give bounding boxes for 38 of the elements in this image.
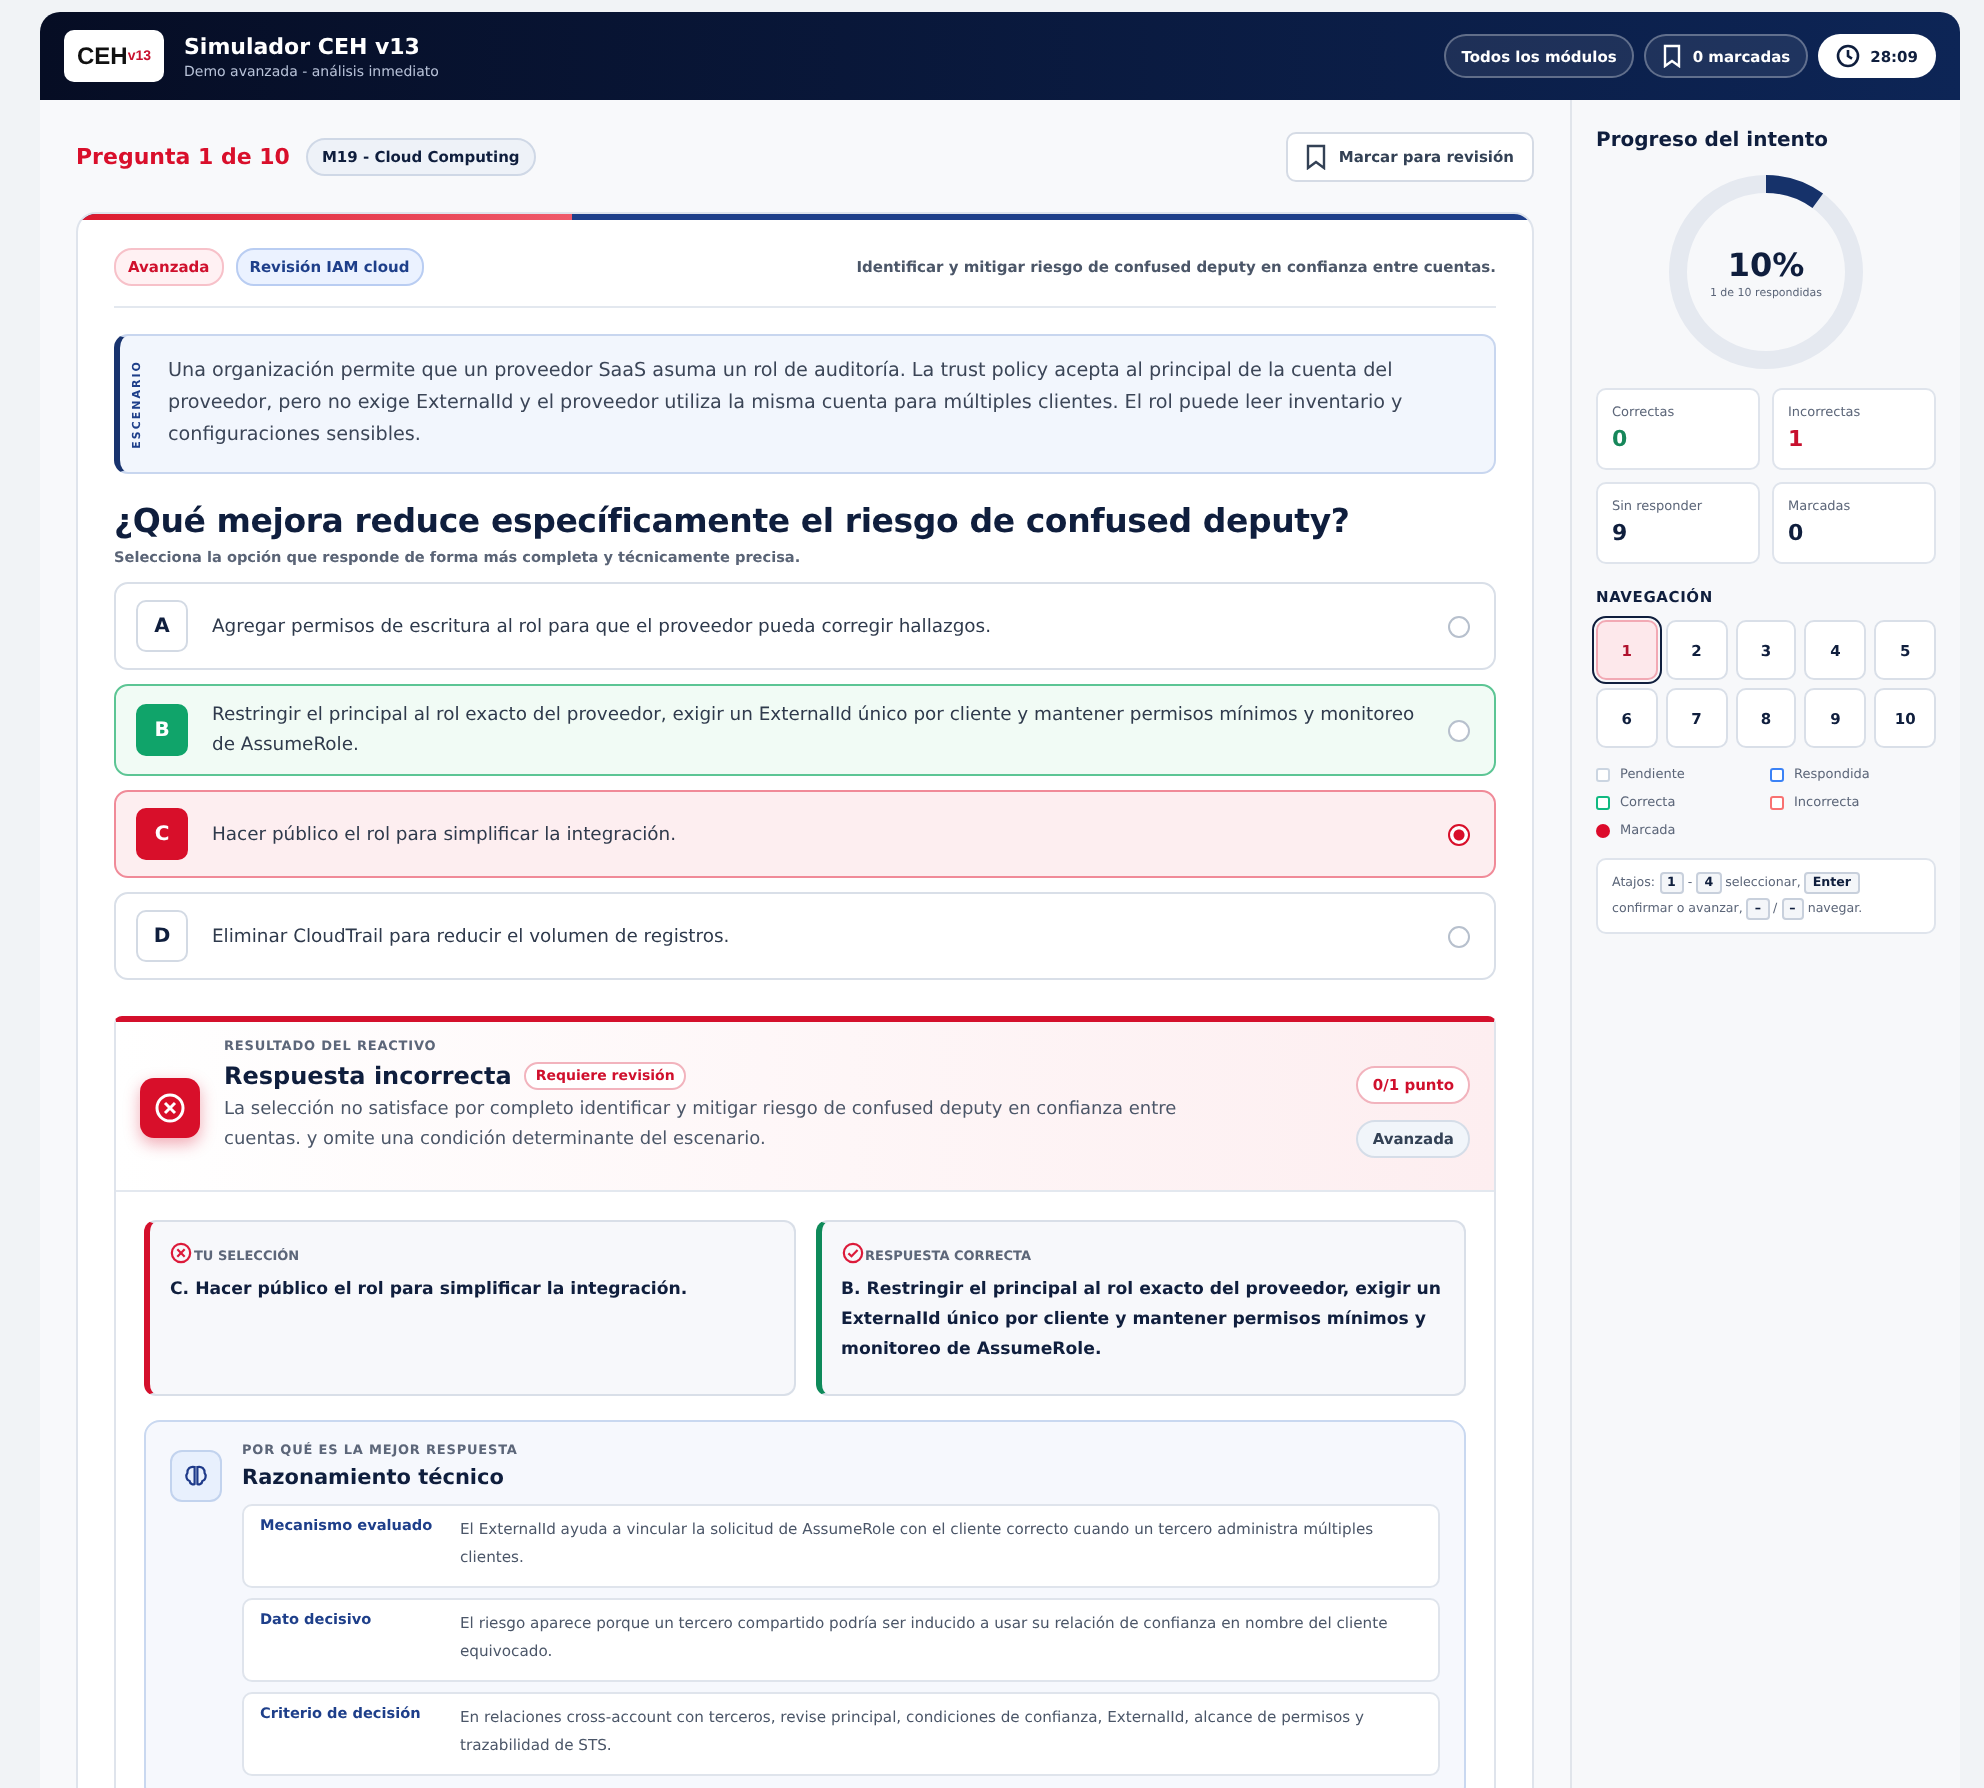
summary-text: B. Restringir el principal al rol exacto del proveedor, exigir un ExternalId único por cliente y mantener permisos mínimos y monitoreo de AssumeRole. — [841, 1278, 1443, 1364]
option-text: Agregar permisos de escritura al rol para que el proveedor pueda corregir hallazgos. — [212, 613, 993, 641]
reasoning-title: Razonamiento técnico — [242, 1466, 506, 1490]
answer-option[interactable]: A Agregar permisos de escritura al rol para que el proveedor pueda corregir hallazgos. — [114, 582, 1496, 670]
check-circle-icon — [841, 1242, 863, 1264]
stat-value: 1 — [1788, 426, 1806, 452]
error-icon — [140, 1078, 200, 1138]
scenario-text: Una organización permite que un proveedor SaaS asuma un rol de auditoría. La trust policy acepta al principal de la cuenta del proveedor, pero no exige ExternalId y el proveedor utiliza la misma cuenta para múltiples clientes. El rol puede leer inventario y configuraciones sensibles. — [168, 358, 1405, 450]
option-letter: A — [136, 600, 188, 652]
stat-value: 0 — [1612, 426, 1630, 452]
result-description: La selección no satisface por completo identificar y mitigar riesgo de confused deputy en confianza entre cuentas. y omite una condición determinante del escenario. — [224, 1097, 1179, 1154]
radio-button[interactable] — [1448, 615, 1470, 637]
option-letter: D — [136, 910, 188, 962]
question-counter: Pregunta 1 de 10 — [76, 143, 290, 169]
answer-option[interactable]: B Restringir el principal al rol exacto del proveedor, exigir un ExternalId único por cliente y mantener permisos mínimos y monitoreo de AssumeRole. — [114, 684, 1496, 776]
stat-value: 0 — [1788, 520, 1806, 546]
result-title: Respuesta incorrecta — [224, 1062, 512, 1090]
summary-text: C. Hacer público el rol para simplificar la integración. — [170, 1278, 690, 1304]
option-text: Eliminar CloudTrail para reducir el volumen de registros. — [212, 923, 732, 951]
question-text: ¿Qué mejora reduce específicamente el riesgo de confused deputy? — [114, 502, 1352, 540]
option-text: Restringir el principal al rol exacto del proveedor, exigir un ExternalId único por cliente y mantener permisos mínimos y monitoreo de AssumeRole. — [212, 702, 1417, 760]
brain-icon — [170, 1450, 222, 1502]
option-letter: B — [136, 704, 188, 756]
x-circle-icon — [170, 1242, 192, 1264]
clock-icon — [1836, 44, 1861, 68]
radio-button[interactable] — [1448, 925, 1470, 947]
progress-percent: 10% — [1727, 245, 1805, 283]
option-text: Hacer público el rol para simplificar la integración. — [212, 821, 679, 849]
bookmark-icon — [1662, 44, 1683, 68]
option-letter: C — [136, 808, 188, 860]
radio-button[interactable] — [1448, 719, 1470, 741]
stat-value: 9 — [1612, 520, 1630, 546]
answer-option[interactable]: C Hacer público el rol para simplificar la integración. — [114, 790, 1496, 878]
sidebar-title: Progreso del intento — [1596, 130, 1831, 152]
answer-option[interactable]: D Eliminar CloudTrail para reducir el volumen de registros. — [114, 892, 1496, 980]
app-title: Simulador CEH v13 — [184, 33, 422, 59]
bookmark-icon — [1306, 143, 1327, 169]
radio-button[interactable] — [1448, 823, 1470, 845]
